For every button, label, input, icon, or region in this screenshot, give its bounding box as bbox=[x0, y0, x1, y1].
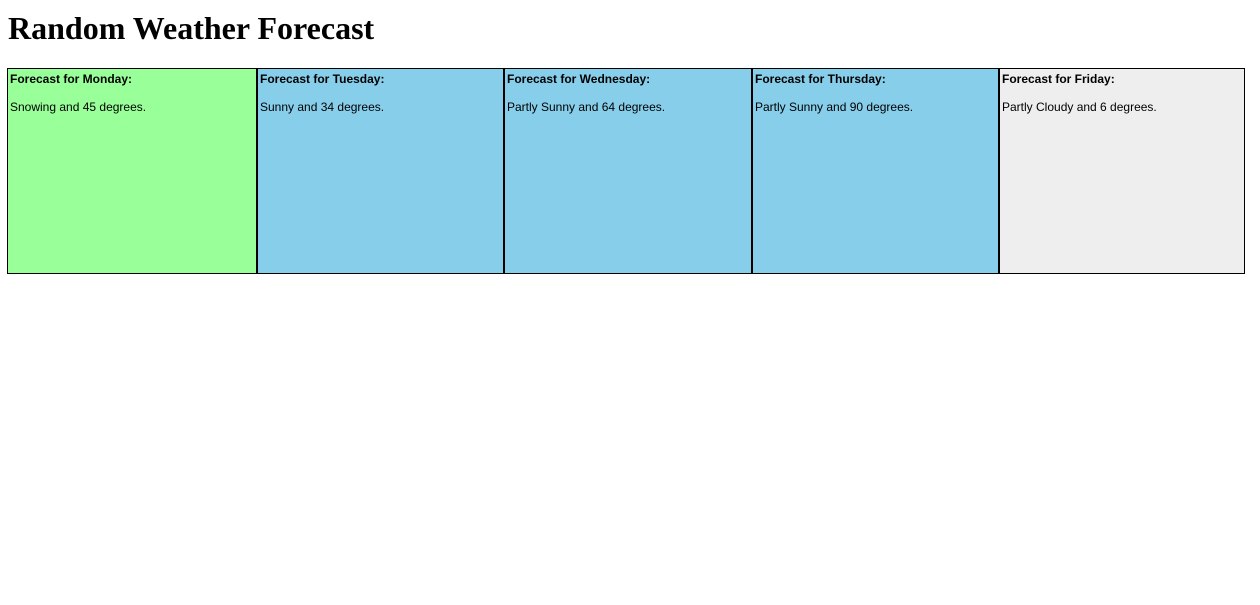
forecast-desc-monday: Snowing and 45 degrees. bbox=[10, 100, 147, 114]
forecast-desc-thursday: Partly Sunny and 90 degrees. bbox=[755, 100, 914, 114]
forecast-card-friday: Forecast for Friday: Partly Cloudy and 6… bbox=[998, 69, 1244, 273]
page-title: Random Weather Forecast bbox=[8, 10, 375, 46]
page: Random Weather Forecast Forecast for Mon… bbox=[0, 0, 1260, 605]
forecast-card-wednesday: Forecast for Wednesday: Partly Sunny and… bbox=[503, 69, 751, 273]
forecast-row: Forecast for Monday: Snowing and 45 degr… bbox=[7, 68, 1245, 274]
forecast-title-thursday: Forecast for Thursday: bbox=[755, 72, 886, 86]
forecast-desc-wednesday: Partly Sunny and 64 degrees. bbox=[507, 100, 666, 114]
forecast-title-friday: Forecast for Friday: bbox=[1002, 72, 1115, 86]
forecast-desc-friday: Partly Cloudy and 6 degrees. bbox=[1002, 100, 1157, 114]
forecast-desc-tuesday: Sunny and 34 degrees. bbox=[260, 100, 385, 114]
forecast-card-tuesday: Forecast for Tuesday: Sunny and 34 degre… bbox=[256, 69, 503, 273]
forecast-title-monday: Forecast for Monday: bbox=[10, 72, 133, 86]
forecast-title-wednesday: Forecast for Wednesday: bbox=[507, 72, 651, 86]
forecast-title-tuesday: Forecast for Tuesday: bbox=[260, 72, 385, 86]
forecast-card-monday: Forecast for Monday: Snowing and 45 degr… bbox=[8, 69, 256, 273]
forecast-card-thursday: Forecast for Thursday: Partly Sunny and … bbox=[751, 69, 998, 273]
